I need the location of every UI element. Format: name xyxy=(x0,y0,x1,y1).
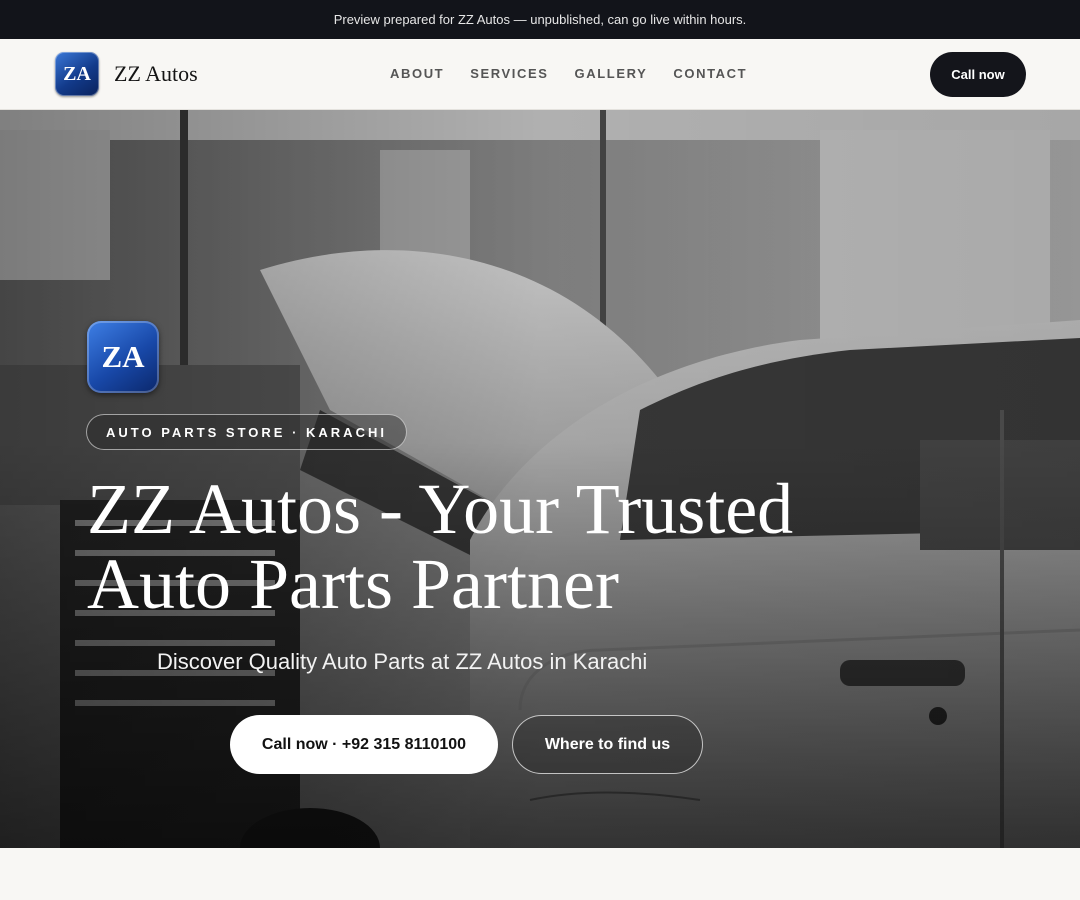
category-tag: AUTO PARTS STORE · KARACHI xyxy=(86,414,407,450)
hero-logo-icon: ZA xyxy=(87,321,159,393)
nav-gallery[interactable]: GALLERY xyxy=(575,66,648,82)
next-section xyxy=(0,848,1080,900)
logo-icon[interactable]: ZA xyxy=(55,52,99,96)
nav-contact[interactable]: CONTACT xyxy=(673,66,747,82)
header-call-button[interactable]: Call now xyxy=(930,52,1026,97)
hero-title-line-2: Auto Parts Partner xyxy=(87,544,619,624)
preview-banner: Preview prepared for ZZ Autos — unpublis… xyxy=(0,0,1080,39)
nav-about[interactable]: ABOUT xyxy=(390,66,444,82)
hero-title-line-1: ZZ Autos - Your Trusted xyxy=(87,469,794,549)
preview-banner-text: Preview prepared for ZZ Autos — unpublis… xyxy=(333,12,747,27)
find-us-button[interactable]: Where to find us xyxy=(512,715,703,774)
site-header: ZA ZZ Autos ABOUT SERVICES GALLERY CONTA… xyxy=(0,39,1080,110)
hero-section: ZA AUTO PARTS STORE · KARACHI ZZ Autos -… xyxy=(0,110,1080,848)
hero-title: ZZ Autos - Your Trusted Auto Parts Partn… xyxy=(87,472,847,622)
main-nav: ABOUT SERVICES GALLERY CONTACT xyxy=(390,66,747,82)
brand-name[interactable]: ZZ Autos xyxy=(114,61,198,87)
hero-subtitle: Discover Quality Auto Parts at ZZ Autos … xyxy=(157,649,648,674)
nav-services[interactable]: SERVICES xyxy=(470,66,548,82)
call-phone-button[interactable]: Call now · +92 315 8110100 xyxy=(230,715,498,774)
